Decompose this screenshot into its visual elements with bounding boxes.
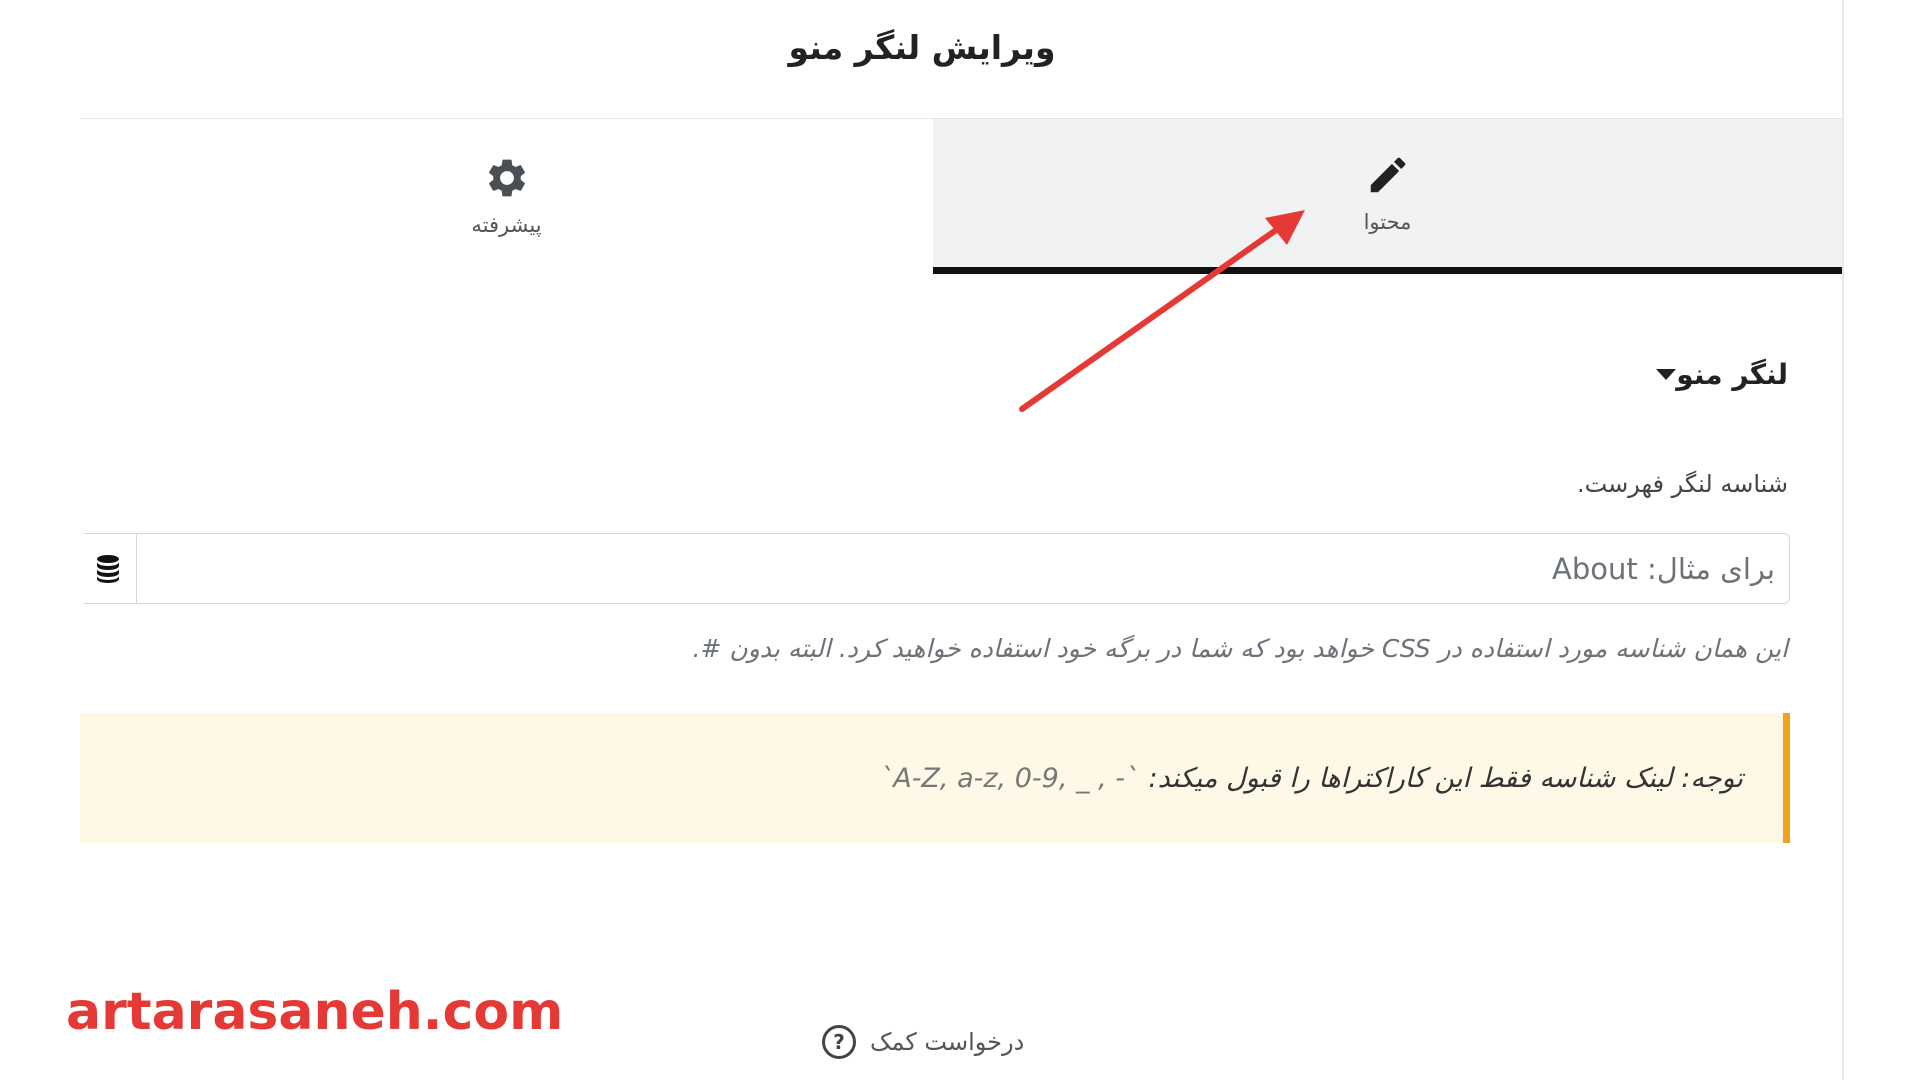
pencil-icon <box>1370 157 1405 193</box>
gear-icon <box>488 159 525 196</box>
field-label: شناسه لنگر فهرست. <box>1576 470 1788 498</box>
section-title: لنگر منو <box>1676 358 1788 391</box>
caret-down-icon <box>1656 369 1677 380</box>
tab-content-label: محتوا <box>1363 210 1412 234</box>
tab-bar: پیشرفته محتوا <box>80 118 1842 274</box>
tab-content[interactable]: محتوا <box>933 119 1842 274</box>
section-toggle[interactable]: لنگر منو <box>1640 358 1788 391</box>
tab-advanced-label: پیشرفته <box>471 212 542 237</box>
editor-panel: ویرایش لنگر منو پیشرفته محتوا لنگر منو ش… <box>0 0 1920 1080</box>
watermark: artarasaneh.com <box>66 982 564 1042</box>
panel-divider <box>1842 0 1844 1080</box>
anchor-id-input[interactable] <box>137 534 1789 603</box>
notice-text: توجه: لینک شناسه فقط این کاراکتراها را ق… <box>1148 762 1743 794</box>
database-icon <box>97 554 119 583</box>
help-link[interactable]: ? درخواست کمک <box>822 1025 1024 1059</box>
notice-allowed-chars: `A-Z, a-z, 0-9, _ , -` <box>879 762 1139 794</box>
help-text: این همان شناسه مورد استفاده در CSS خواهد… <box>692 634 1788 663</box>
panel-title: ویرایش لنگر منو <box>788 28 1056 67</box>
tab-advanced[interactable]: پیشرفته <box>80 119 933 272</box>
dynamic-tags-button[interactable] <box>80 534 137 603</box>
question-circle-icon: ? <box>822 1025 856 1059</box>
anchor-id-field <box>80 533 1790 604</box>
notice-box: توجه: لینک شناسه فقط این کاراکتراها را ق… <box>80 713 1790 843</box>
help-link-label: درخواست کمک <box>870 1028 1025 1056</box>
